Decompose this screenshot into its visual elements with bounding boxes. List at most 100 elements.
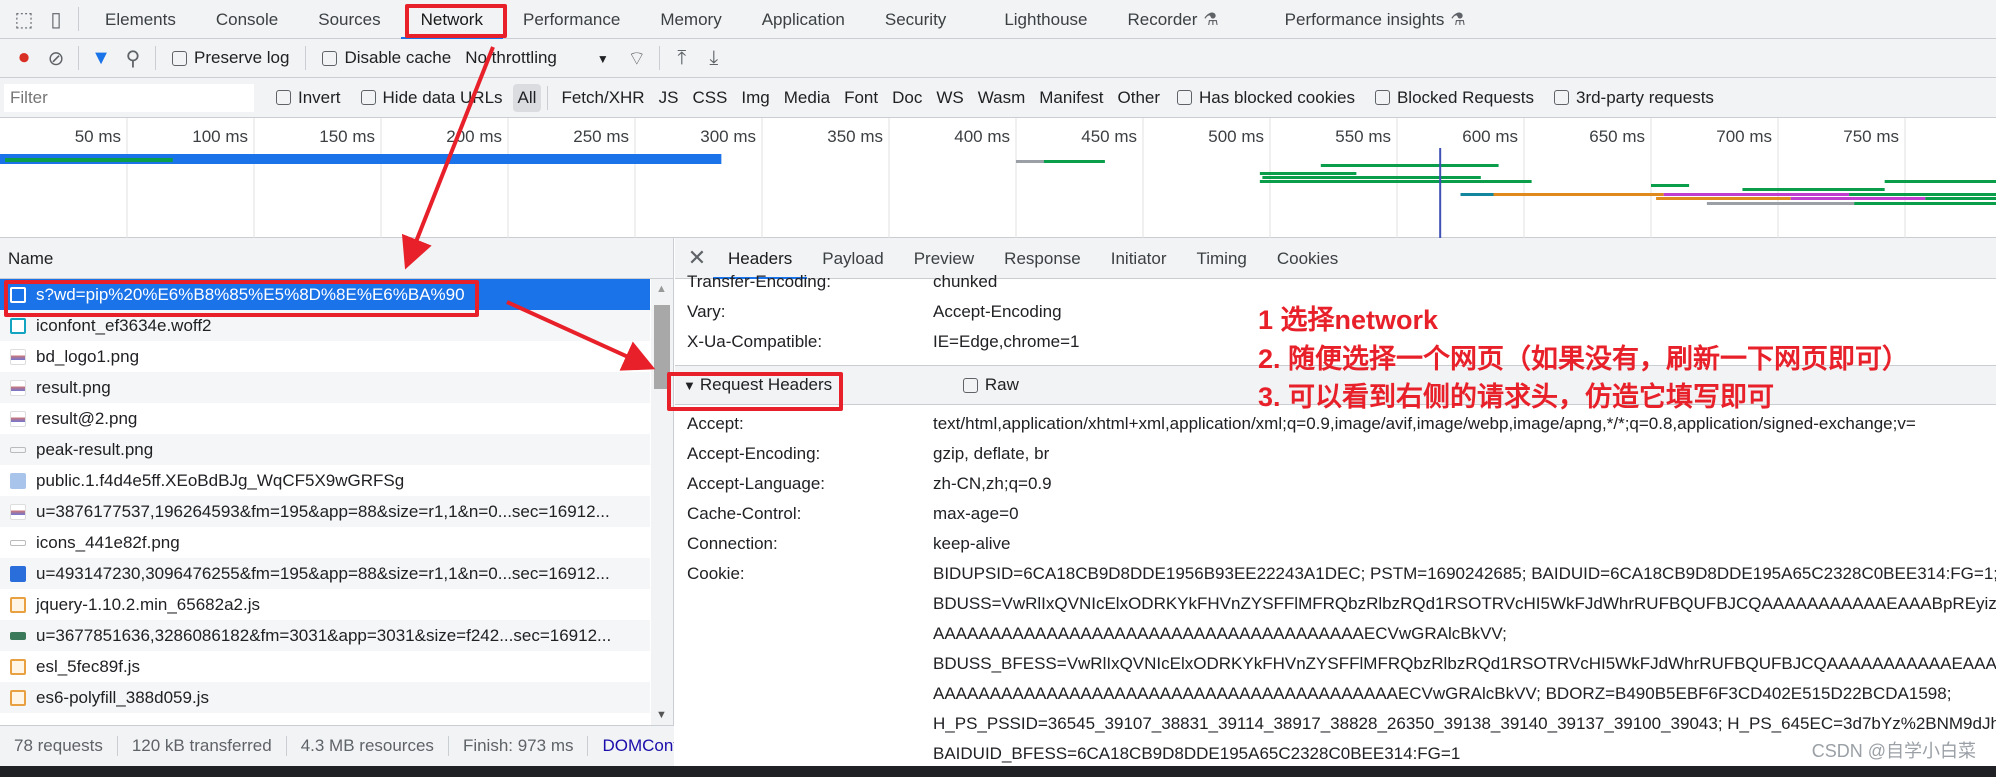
request-timing-bar	[1849, 193, 1996, 196]
has-blocked-cookies-checkbox[interactable]: Has blocked cookies	[1177, 88, 1355, 108]
scroll-up-icon[interactable]: ▲	[656, 283, 667, 295]
details-tab-initiator[interactable]: Initiator	[1096, 238, 1182, 279]
type-filter-doc[interactable]: Doc	[885, 88, 929, 108]
search-icon[interactable]: ⚲	[117, 42, 149, 74]
header-name: Cache-Control:	[687, 504, 802, 523]
request-timing-bar	[1043, 160, 1105, 163]
disable-cache-checkbox[interactable]: Disable cache	[322, 48, 451, 68]
tab-security[interactable]: Security	[865, 0, 966, 39]
details-tab-response[interactable]: Response	[989, 238, 1096, 279]
type-filter-img[interactable]: Img	[734, 88, 776, 108]
img-file-icon	[10, 348, 26, 365]
import-har-icon[interactable]: ⤒	[666, 42, 698, 74]
type-filter-media[interactable]: Media	[777, 88, 837, 108]
export-har-icon[interactable]: ⤓	[698, 42, 730, 74]
request-row[interactable]: bd_logo1.png	[0, 341, 650, 372]
img-avatar-file-icon	[10, 472, 26, 489]
throttling-select[interactable]: No throttling ▼	[465, 48, 609, 68]
tab-recorder[interactable]: Recorder ⚗	[1108, 0, 1239, 39]
third-party-label: 3rd-party requests	[1575, 87, 1714, 107]
request-row[interactable]: public.1.f4d4e5ff.XEoBdBJg_WqCF5X9wGRFSg	[0, 465, 650, 496]
request-row[interactable]: esl_5fec89f.js	[0, 651, 650, 682]
request-row[interactable]: u=3677851636,3286086182&fm=3031&app=3031…	[0, 620, 650, 651]
type-filter-css[interactable]: CSS	[685, 88, 734, 108]
js-file-icon	[10, 689, 26, 706]
request-timing-bar	[1320, 164, 1499, 167]
annotation-note-1: 1 选择network	[1258, 305, 1439, 335]
type-filter-all[interactable]: All	[512, 83, 542, 112]
img-blank-file-icon	[10, 539, 26, 546]
request-name: es6-polyfill_388d059.js	[36, 687, 209, 707]
request-list-pane: Name s?wd=pip%20%E6%B8%85%E5%8D%8E%E6%BA…	[0, 238, 674, 766]
header-value: Accept-Encoding	[933, 302, 1062, 321]
tab-application[interactable]: Application	[742, 0, 865, 39]
close-icon[interactable]: ✕	[681, 242, 713, 274]
tab-performance-insights[interactable]: Performance insights ⚗	[1265, 0, 1486, 39]
third-party-checkbox[interactable]: 3rd-party requests	[1553, 87, 1714, 108]
tab-elements[interactable]: Elements	[85, 0, 196, 39]
network-overview-timeline[interactable]: 50 ms 100 ms 150 ms 200 ms 250 ms 300 ms 350 m…	[0, 118, 1996, 238]
request-row[interactable]: es6-polyfill_388d059.js	[0, 682, 650, 713]
header-name: Accept-Language:	[687, 474, 825, 493]
type-filter-wasm[interactable]: Wasm	[971, 88, 1033, 108]
type-filter-fetch-xhr[interactable]: Fetch/XHR	[554, 88, 651, 108]
name-column-header[interactable]: Name	[0, 238, 673, 279]
request-row[interactable]: u=3876177537,196264593&fm=195&app=88&siz…	[0, 496, 650, 527]
header-name: Cookie:	[687, 564, 745, 583]
header-value: gzip, deflate, br	[933, 444, 1050, 463]
header-value: zh-CN,zh;q=0.9	[933, 474, 1052, 493]
filter-icon[interactable]: ▼	[85, 42, 117, 74]
request-list-scrollbar[interactable]: ▲ ▼	[651, 279, 673, 725]
filter-bar: Invert Hide data URLs All Fetch/XHRJSCSSI…	[0, 78, 1996, 118]
filter-input[interactable]	[4, 83, 254, 112]
tick-label: 350 ms	[827, 127, 883, 146]
tick-label: 250 ms	[573, 127, 629, 146]
tab-sources[interactable]: Sources	[298, 0, 400, 39]
request-name: u=493147230,3096476255&fm=195&app=88&siz…	[36, 563, 610, 583]
header-value: chunked	[933, 272, 998, 291]
header-value: BDUSS=VwRlIxQVNIcElxODRKYkFHVnZYSFFlMFRQ…	[933, 594, 1996, 613]
hide-data-urls-checkbox[interactable]: Hide data URLs	[360, 88, 503, 108]
request-row[interactable]: icons_441e82f.png	[0, 527, 650, 558]
tab-label: Security	[884, 9, 947, 29]
request-row[interactable]: jquery-1.10.2.min_65682a2.js	[0, 589, 650, 620]
annotation-note-3: 3. 可以看到右侧的请求头，仿造它填写即可	[1258, 382, 1775, 412]
clear-icon[interactable]: ⊘	[40, 42, 72, 74]
tick-label: 750 ms	[1843, 127, 1899, 146]
divider	[78, 46, 79, 70]
network-conditions-icon[interactable]: ⌔	[621, 42, 653, 74]
scroll-down-icon[interactable]: ▼	[656, 709, 667, 721]
request-row[interactable]: peak-result.png	[0, 434, 650, 465]
details-tab-timing[interactable]: Timing	[1181, 238, 1261, 279]
request-row[interactable]: result@2.png	[0, 403, 650, 434]
annotation-box-selected-request	[4, 280, 479, 317]
raw-label: Raw	[984, 375, 1019, 394]
tab-performance[interactable]: Performance	[503, 0, 640, 39]
request-row[interactable]: result.png	[0, 372, 650, 403]
details-tab-cookies[interactable]: Cookies	[1262, 238, 1353, 279]
request-timing-bar	[5, 158, 173, 162]
tick-label: 500 ms	[1208, 127, 1264, 146]
raw-checkbox[interactable]: Raw	[962, 375, 1019, 395]
invert-checkbox[interactable]: Invert	[276, 88, 341, 108]
request-timing-bar	[1493, 193, 1664, 196]
request-timing-bar	[1656, 197, 1791, 200]
transferred-size: 120 kB transferred	[118, 736, 287, 756]
inspect-element-icon[interactable]: ⬚	[8, 3, 40, 35]
tab-console[interactable]: Console	[196, 0, 298, 39]
tab-memory[interactable]: Memory	[640, 0, 741, 39]
disable-cache-label: Disable cache	[344, 48, 452, 67]
blocked-requests-checkbox[interactable]: Blocked Requests	[1374, 88, 1534, 108]
type-filter-manifest[interactable]: Manifest	[1032, 88, 1110, 108]
header-row: H_PS_PSSID=36545_39107_38831_39114_38917…	[675, 709, 1996, 739]
record-stop-icon[interactable]: ⏺	[8, 42, 40, 74]
tab-lighthouse[interactable]: Lighthouse	[984, 0, 1107, 39]
type-filter-ws[interactable]: WS	[929, 88, 970, 108]
type-filter-js[interactable]: JS	[652, 88, 686, 108]
type-filter-font[interactable]: Font	[837, 88, 885, 108]
type-filter-other[interactable]: Other	[1111, 88, 1168, 108]
preserve-log-checkbox[interactable]: Preserve log	[172, 48, 289, 68]
request-row[interactable]: u=493147230,3096476255&fm=195&app=88&siz…	[0, 558, 650, 589]
device-toolbar-icon[interactable]: ▯	[40, 3, 72, 35]
img-file-icon	[10, 410, 26, 427]
